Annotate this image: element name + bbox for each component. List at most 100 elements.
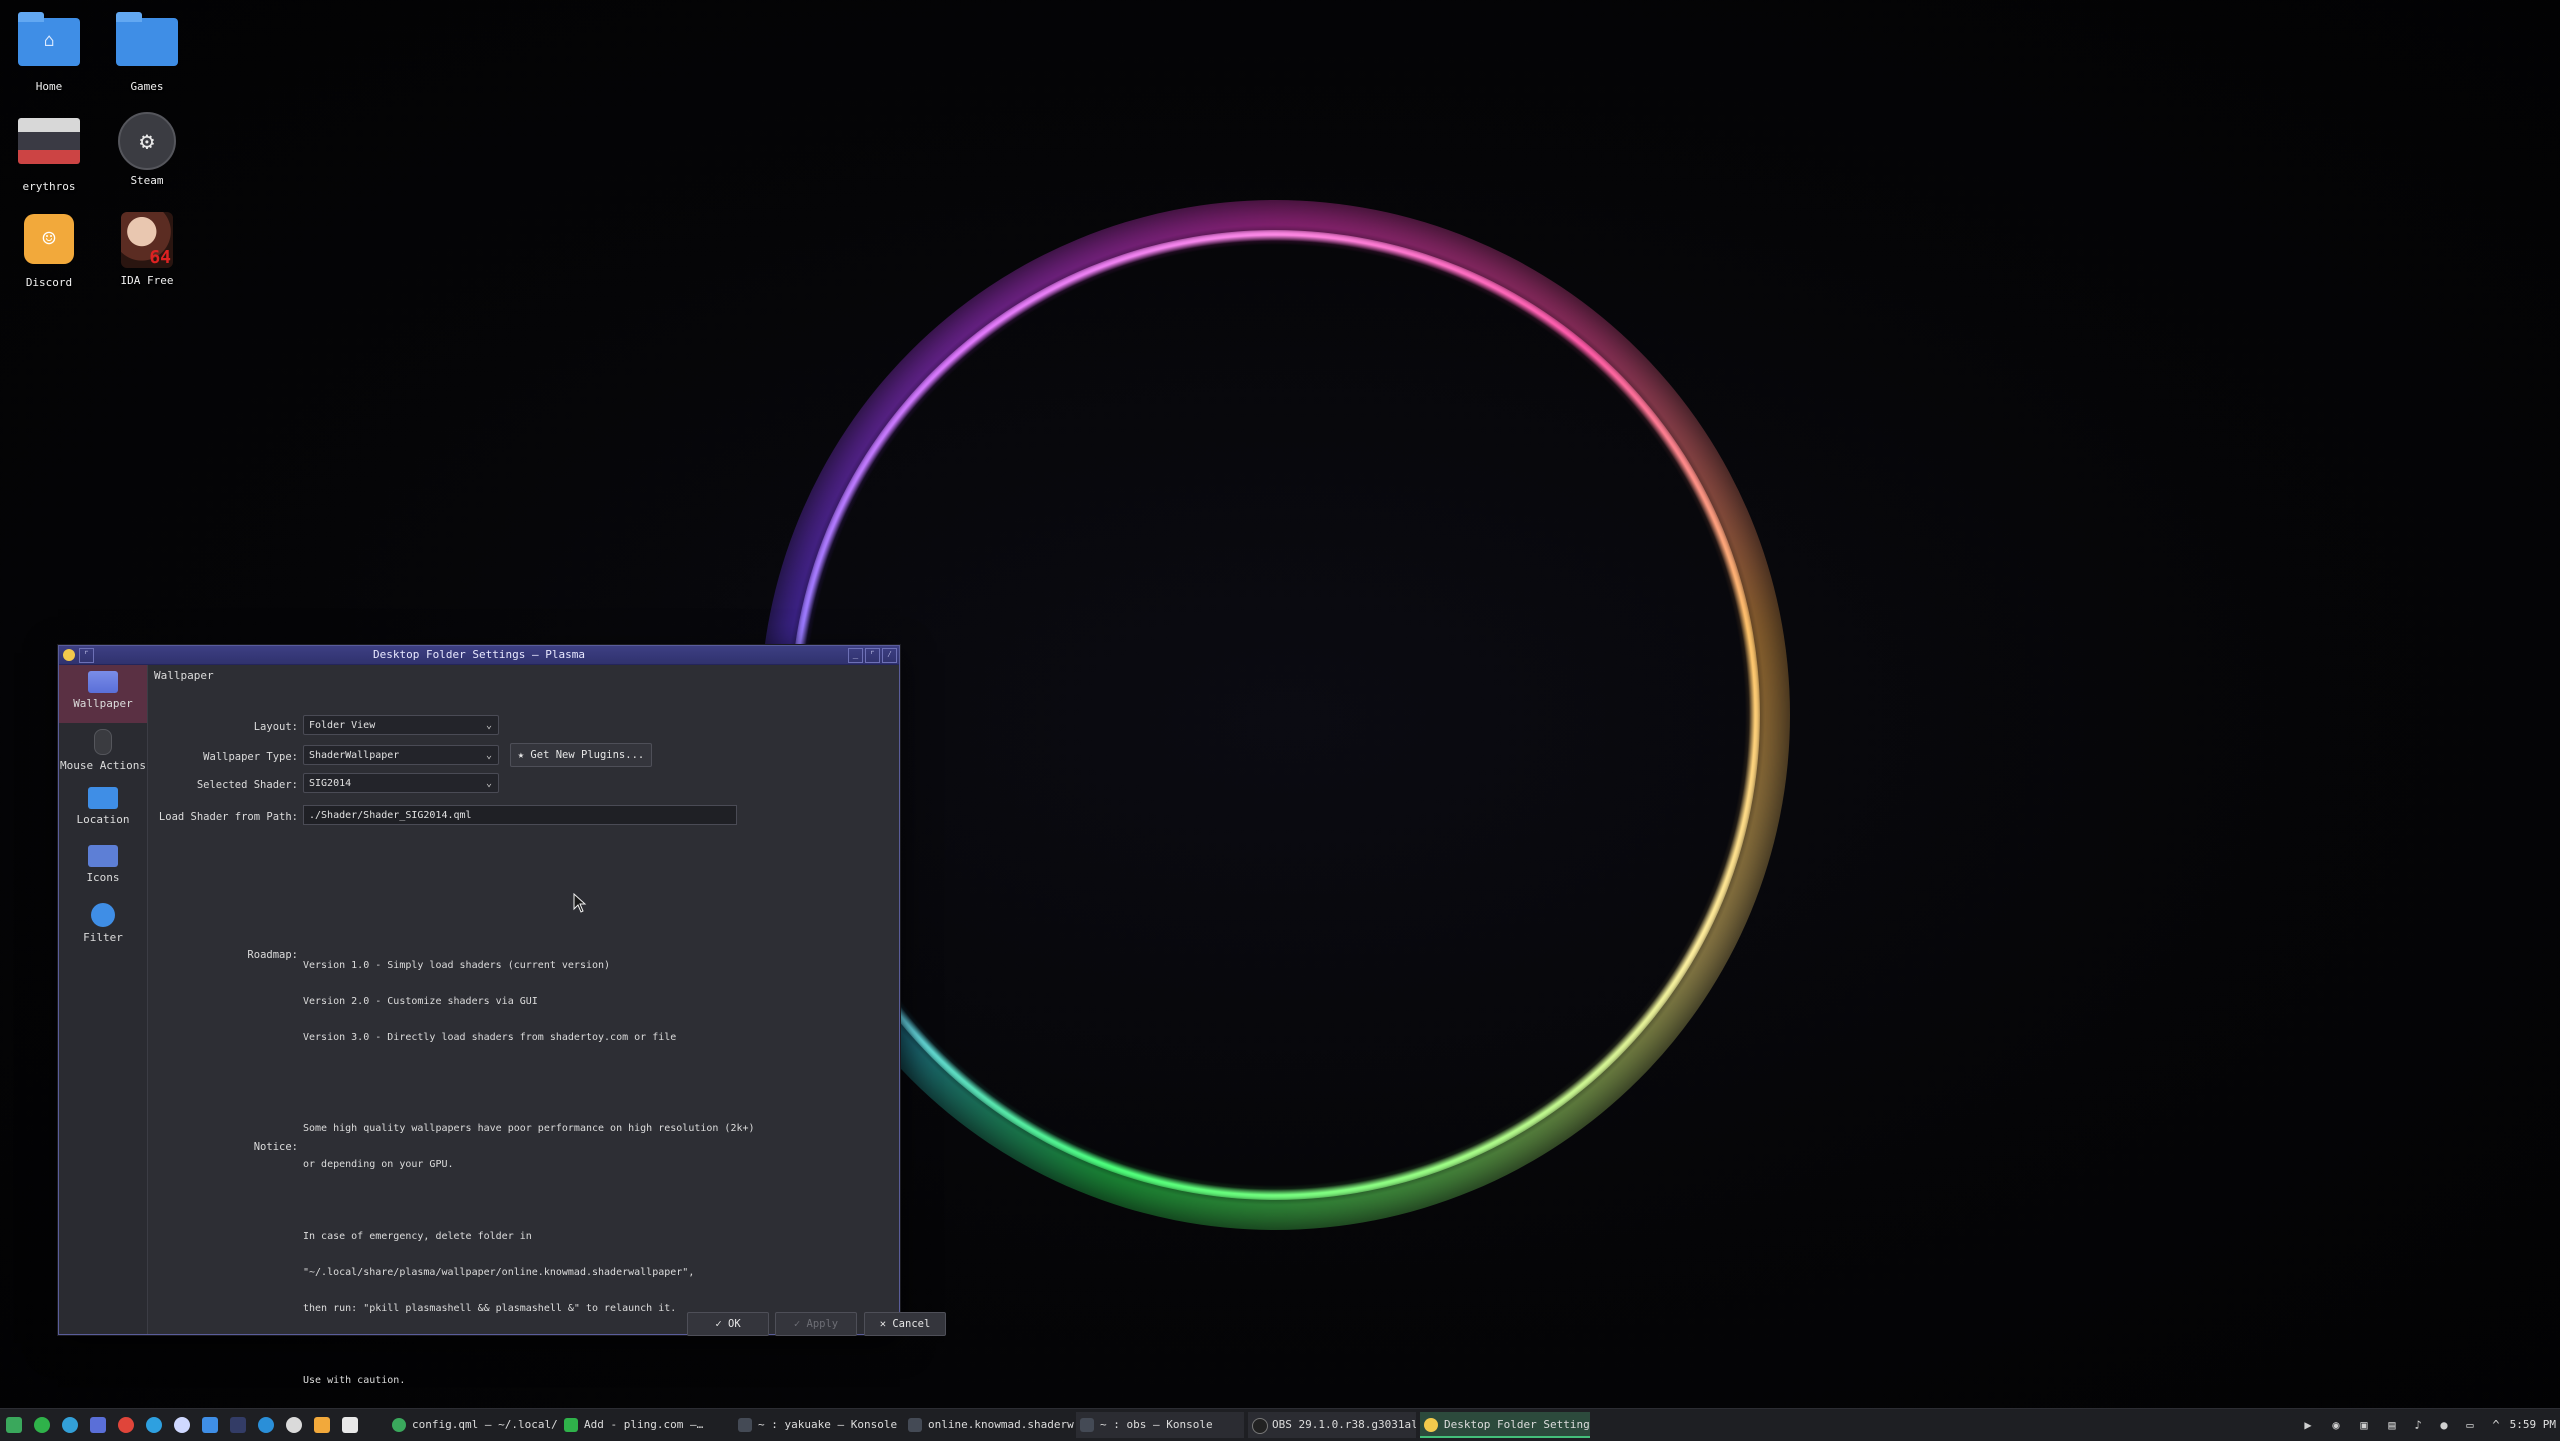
cancel-button[interactable]: ✕ Cancel — [864, 1312, 946, 1336]
layout-value: Folder View — [309, 720, 376, 731]
task-label: Desktop Folder Setting… — [1444, 1418, 1590, 1431]
check-icon: ✓ — [793, 1318, 807, 1330]
desktop-icon-home[interactable]: ⌂ Home — [4, 12, 94, 93]
window-title: Desktop Folder Settings — Plasma — [373, 648, 585, 661]
get-new-plugins-button[interactable]: ★ Get New Plugins... — [510, 743, 652, 767]
sidebar-item-filter[interactable]: Filter — [59, 897, 147, 955]
star-icon: ★ — [517, 749, 531, 761]
kate-icon — [392, 1418, 406, 1432]
selected-shader-label: Selected Shader: — [196, 779, 298, 791]
pinned-app-icon[interactable] — [258, 1417, 274, 1433]
app-launcher-icon[interactable] — [6, 1417, 22, 1433]
sidebar-item-location[interactable]: Location — [59, 781, 147, 839]
task-yakuake[interactable]: ~ : yakuake — Konsole — [734, 1412, 906, 1438]
pinned-app-icon[interactable] — [230, 1417, 246, 1433]
desktop-icon-discord[interactable]: ☺ Discord — [4, 212, 94, 289]
sidebar-item-icons[interactable]: Icons — [59, 839, 147, 897]
terminal-icon — [738, 1418, 752, 1432]
plasma-app-icon[interactable] — [63, 649, 75, 661]
desktop-icon-steam[interactable]: ⚙ Steam — [102, 112, 192, 187]
plasma-icon — [1424, 1418, 1438, 1432]
close-button[interactable]: ⁄ — [882, 648, 897, 663]
task-shaderwallpaper-konsole[interactable]: online.knowmad.shaderw… — [904, 1412, 1074, 1438]
icons-icon — [88, 845, 118, 867]
maximize-button[interactable]: ⌜ — [865, 648, 880, 663]
wallpaper-type-combo[interactable]: ShaderWallpaper ⌄ — [303, 745, 499, 765]
layout-label: Layout: — [253, 721, 298, 733]
task-obs-konsole[interactable]: ~ : obs — Konsole — [1076, 1412, 1244, 1438]
task-desktop-folder-settings[interactable]: Desktop Folder Setting… — [1420, 1412, 1590, 1438]
apply-label: Apply — [806, 1318, 839, 1330]
pinned-app-icon[interactable] — [174, 1417, 190, 1433]
notice-line: or depending on your GPU. — [303, 1159, 454, 1170]
volume-icon[interactable]: ♪ — [2410, 1417, 2426, 1433]
network-icon[interactable]: ▤ — [2384, 1417, 2400, 1433]
clock[interactable]: 5:59 PM — [2510, 1409, 2556, 1441]
ok-button[interactable]: ✓ OK — [687, 1312, 769, 1336]
apply-button[interactable]: ✓ Apply — [775, 1312, 857, 1336]
layout-combo[interactable]: Folder View ⌄ — [303, 715, 499, 735]
pin-icon[interactable]: ⌜ — [79, 648, 94, 663]
pinned-app-icon[interactable] — [62, 1417, 78, 1433]
load-path-label: Load Shader from Path: — [158, 811, 298, 823]
chevron-down-icon: ⌄ — [485, 750, 492, 761]
taskbar: config.qml — ~/.local/… Add - pling.com … — [0, 1408, 2560, 1441]
load-path-input[interactable]: ./Shader/Shader_SIG2014.qml — [303, 805, 737, 825]
pinned-app-icon[interactable] — [34, 1417, 50, 1433]
steam-tray-icon[interactable]: ◉ — [2328, 1417, 2344, 1433]
telegram-icon[interactable] — [146, 1417, 162, 1433]
notice-line: In case of emergency, delete folder in — [303, 1231, 532, 1242]
minimize-button[interactable]: _ — [848, 648, 863, 663]
microphone-icon[interactable]: ● — [2436, 1417, 2452, 1433]
roadmap-line: Version 2.0 - Customize shaders via GUI — [303, 996, 538, 1007]
chevron-down-icon: ⌄ — [485, 720, 492, 731]
clipboard-icon[interactable]: ▣ — [2356, 1417, 2372, 1433]
obs-icon — [1252, 1418, 1268, 1434]
desktop-icon-label: Home — [35, 80, 63, 93]
filter-icon — [91, 903, 115, 927]
desktop-icon-label: Games — [130, 80, 164, 93]
task-label: config.qml — ~/.local/… — [412, 1418, 558, 1431]
sidebar-item-mouse-actions[interactable]: Mouse Actions — [59, 723, 147, 781]
notice-label: Notice: — [253, 1141, 298, 1153]
settings-sidebar: Wallpaper Mouse Actions Location Icons F… — [59, 665, 148, 1334]
mouse-cursor-icon — [573, 893, 587, 913]
desktop-icon-label: Discord — [25, 276, 73, 289]
media-play-icon[interactable]: ▶ — [2300, 1417, 2316, 1433]
folder-icon — [88, 787, 118, 809]
steam-icon: ⚙ — [118, 112, 176, 170]
desktop-icon-erythros[interactable]: erythros — [4, 112, 94, 193]
task-pling[interactable]: Add - pling.com —… — [560, 1412, 736, 1438]
discord-icon: ☺ — [24, 214, 74, 264]
selected-shader-combo[interactable]: SIG2014 ⌄ — [303, 773, 499, 793]
browser-icon[interactable] — [118, 1417, 134, 1433]
sidebar-item-wallpaper[interactable]: Wallpaper — [59, 665, 147, 723]
folder-icon[interactable] — [202, 1417, 218, 1433]
roadmap-line: Version 3.0 - Directly load shaders from… — [303, 1032, 677, 1043]
display-icon[interactable]: ▭ — [2462, 1417, 2478, 1433]
window-titlebar[interactable]: ⌜ Desktop Folder Settings — Plasma _ ⌜ ⁄ — [59, 646, 899, 665]
pinned-app-icon[interactable] — [286, 1417, 302, 1433]
notice-line: Use with caution. — [303, 1375, 406, 1386]
desktop-icon-ida[interactable]: 64 IDA Free — [102, 212, 192, 287]
wallpaper-type-value: ShaderWallpaper — [309, 750, 400, 761]
desktop-icon-label: erythros — [22, 180, 76, 193]
wallpaper-ring — [790, 230, 1760, 1200]
roadmap-text: Version 1.0 - Simply load shaders (curre… — [303, 936, 676, 1068]
notice-text: Some high quality wallpapers have poor p… — [303, 1099, 755, 1411]
task-config-qml[interactable]: config.qml — ~/.local/… — [388, 1412, 558, 1438]
chevron-up-icon[interactable]: ^ — [2488, 1417, 2504, 1433]
folder-icon — [116, 12, 178, 66]
notice-line — [303, 1339, 755, 1351]
pinned-app-icon[interactable] — [314, 1417, 330, 1433]
desktop-icon-label: Steam — [130, 174, 164, 187]
task-obs[interactable]: OBS 29.1.0.r38.g3031al… — [1248, 1412, 1416, 1438]
notice-line — [303, 1195, 755, 1207]
notice-line: Some high quality wallpapers have poor p… — [303, 1123, 755, 1134]
pinned-app-icon[interactable] — [90, 1417, 106, 1433]
task-label: OBS 29.1.0.r38.g3031al… — [1272, 1418, 1416, 1431]
pinned-app-icon[interactable] — [342, 1417, 358, 1433]
desktop-icon-games[interactable]: Games — [102, 12, 192, 93]
ida-icon: 64 — [121, 212, 173, 268]
desktop-folder-settings-window: ⌜ Desktop Folder Settings — Plasma _ ⌜ ⁄… — [58, 645, 946, 1386]
